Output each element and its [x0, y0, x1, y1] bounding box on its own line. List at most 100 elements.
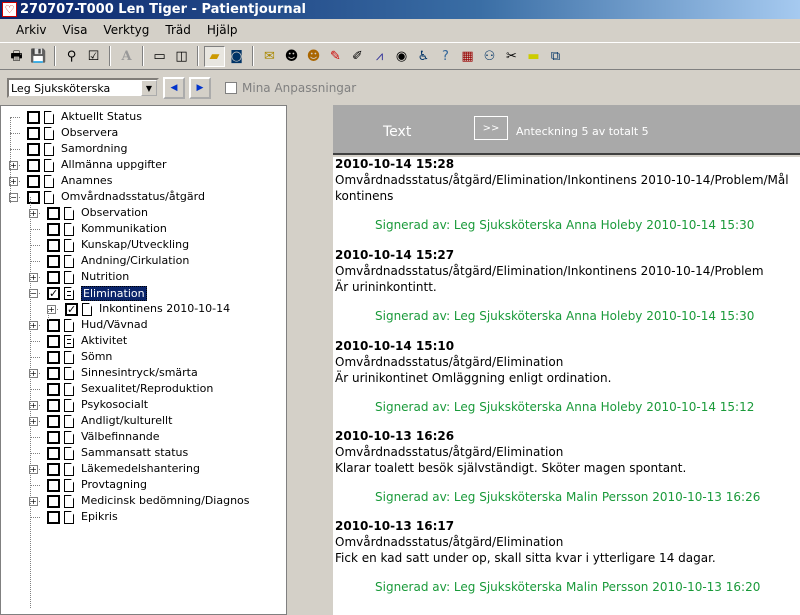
font-icon[interactable]: A	[116, 46, 137, 67]
tree-item-label[interactable]: Psykosocialt	[81, 398, 148, 411]
next-note-button[interactable]: >>	[474, 116, 508, 140]
checkbox-box[interactable]	[225, 82, 237, 94]
menu-trad[interactable]: Träd	[157, 23, 198, 37]
tree-item-checkbox[interactable]	[47, 207, 60, 220]
splitter[interactable]	[287, 105, 333, 615]
tree-item-checkbox[interactable]: ✓	[65, 303, 78, 316]
note-icon[interactable]: ✐	[347, 46, 368, 67]
tree-connector	[30, 453, 40, 454]
tree-item-label[interactable]: Allmänna uppgifter	[61, 158, 167, 171]
tree-item-label[interactable]: Aktivitet	[81, 334, 127, 347]
tree-item-checkbox[interactable]: ✓	[47, 287, 60, 300]
tree-item-label[interactable]: Andning/Cirkulation	[81, 254, 189, 267]
tree-item-label[interactable]: Provtagning	[81, 478, 147, 491]
document-icon	[64, 271, 74, 284]
tree-item-checkbox[interactable]	[47, 431, 60, 444]
tree-item-label[interactable]: Hud/Vävnad	[81, 318, 148, 331]
role-dropdown[interactable]: Leg Sjuksköterska ▼	[7, 78, 159, 98]
tree-item-checkbox[interactable]	[47, 239, 60, 252]
tree-item-checkbox[interactable]	[47, 511, 60, 524]
tree-connector	[10, 133, 20, 134]
tree-item-checkbox[interactable]	[47, 335, 60, 348]
tree-item-label[interactable]: Inkontinens 2010-10-14	[99, 302, 230, 315]
tree-item-checkbox[interactable]	[47, 367, 60, 380]
tree-item-checkbox[interactable]	[47, 479, 60, 492]
tree-item-label[interactable]: Anamnes	[61, 174, 112, 187]
menu-hjalp[interactable]: Hjälp	[199, 23, 246, 37]
tree-item-label[interactable]: Elimination	[81, 286, 147, 301]
tree-item-label[interactable]: Läkemedelshantering	[81, 462, 200, 475]
tree-item-label[interactable]: Samordning	[61, 142, 127, 155]
tree-item-checkbox[interactable]	[47, 447, 60, 460]
tree-item-label[interactable]: Sammansatt status	[81, 446, 188, 459]
prev-arrow-button[interactable]: ◀	[163, 77, 185, 99]
toolbar: 🖶 💾 ⚲ ☑ A ▭ ◫ ▰ ◙ ✉ ☻ ☻ ✎ ✐ ⩘ ◉ ♿ ? ▦ ⚇ …	[0, 42, 800, 70]
mina-anpassningar-checkbox[interactable]: Mina Anpassningar	[225, 81, 356, 95]
tree-connector	[30, 261, 40, 262]
sticky-note-icon[interactable]: ▬	[523, 46, 544, 67]
tree-connector	[30, 517, 40, 518]
tree-item-label[interactable]: Omvårdnadsstatus/åtgärd	[61, 190, 205, 203]
people-alert-icon[interactable]: ☻	[303, 46, 324, 67]
wheelchair-icon[interactable]: ♿	[413, 46, 434, 67]
tree-connector	[30, 357, 40, 358]
tree-item-checkbox[interactable]	[47, 415, 60, 428]
menu-visa[interactable]: Visa	[55, 23, 96, 37]
tree-item-label[interactable]: Andligt/kulturellt	[81, 414, 172, 427]
tree-item-label[interactable]: Kommunikation	[81, 222, 167, 235]
tree-item-label[interactable]: Sexualitet/Reproduktion	[81, 382, 213, 395]
tree-item-checkbox[interactable]	[27, 175, 40, 188]
window-alert-icon[interactable]: ⧉	[545, 46, 566, 67]
tree-item-checkbox[interactable]	[47, 271, 60, 284]
tree-item-checkbox[interactable]	[47, 399, 60, 412]
tree-item-checkbox[interactable]	[47, 383, 60, 396]
document-icon	[44, 191, 54, 204]
pen-icon[interactable]: ✎	[325, 46, 346, 67]
tree-item-checkbox[interactable]	[47, 255, 60, 268]
chevron-down-icon[interactable]: ▼	[141, 80, 157, 96]
question-icon[interactable]: ?	[435, 46, 456, 67]
envelope-icon[interactable]: ✉	[259, 46, 280, 67]
folder-icon[interactable]: ▰	[204, 45, 225, 67]
note-date: 2010-10-14 15:27	[335, 248, 455, 262]
family-icon[interactable]: ⚇	[479, 46, 500, 67]
tree-item-label[interactable]: Epikris	[81, 510, 118, 523]
print-icon[interactable]: 🖶	[6, 46, 27, 67]
tree-item-checkbox[interactable]	[47, 351, 60, 364]
binoculars-icon[interactable]: ⚲	[61, 46, 82, 67]
tree-item-checkbox[interactable]	[27, 111, 40, 124]
check-icon[interactable]: ☑	[83, 46, 104, 67]
tree-item-label[interactable]: Kunskap/Utveckling	[81, 238, 189, 251]
tree-item-checkbox[interactable]	[47, 495, 60, 508]
chart-icon[interactable]: ⩘	[369, 46, 390, 67]
tree-item-label[interactable]: Nutrition	[81, 270, 129, 283]
tree-item-label[interactable]: Observera	[61, 126, 118, 139]
tree-item-checkbox[interactable]	[47, 223, 60, 236]
tree-item-label[interactable]: Sinnesintryck/smärta	[81, 366, 198, 379]
tree-item-checkbox[interactable]	[47, 319, 60, 332]
tree-item-checkbox[interactable]	[27, 159, 40, 172]
save-icon[interactable]: 💾	[28, 46, 49, 67]
menu-arkiv[interactable]: Arkiv	[8, 23, 55, 37]
globe-icon[interactable]: ◙	[226, 46, 247, 67]
tree-item-label[interactable]: Sömn	[81, 350, 112, 363]
tree-item-label[interactable]: Medicinsk bedömning/Diagnos	[81, 494, 250, 507]
menu-verktyg[interactable]: Verktyg	[95, 23, 157, 37]
app-heart-icon[interactable]: ♡	[2, 2, 17, 17]
tree-item-label[interactable]: Välbefinnande	[81, 430, 160, 443]
window-icon[interactable]: ▭	[149, 46, 170, 67]
next-arrow-button[interactable]: ▶	[189, 77, 211, 99]
pill-icon[interactable]: ✂	[501, 46, 522, 67]
tree-item-checkbox[interactable]	[47, 463, 60, 476]
tree-item-checkbox[interactable]	[27, 127, 40, 140]
tree-item-label[interactable]: Observation	[81, 206, 148, 219]
window-split-icon[interactable]: ◫	[171, 46, 192, 67]
document-icon	[64, 415, 74, 428]
tree-item-checkbox[interactable]	[27, 143, 40, 156]
document-icon	[44, 111, 54, 124]
people-icon[interactable]: ☻	[281, 46, 302, 67]
tree-item-checkbox[interactable]	[27, 191, 40, 204]
eye-icon[interactable]: ◉	[391, 46, 412, 67]
tree-item-label[interactable]: Aktuellt Status	[61, 110, 142, 123]
table-icon[interactable]: ▦	[457, 46, 478, 67]
